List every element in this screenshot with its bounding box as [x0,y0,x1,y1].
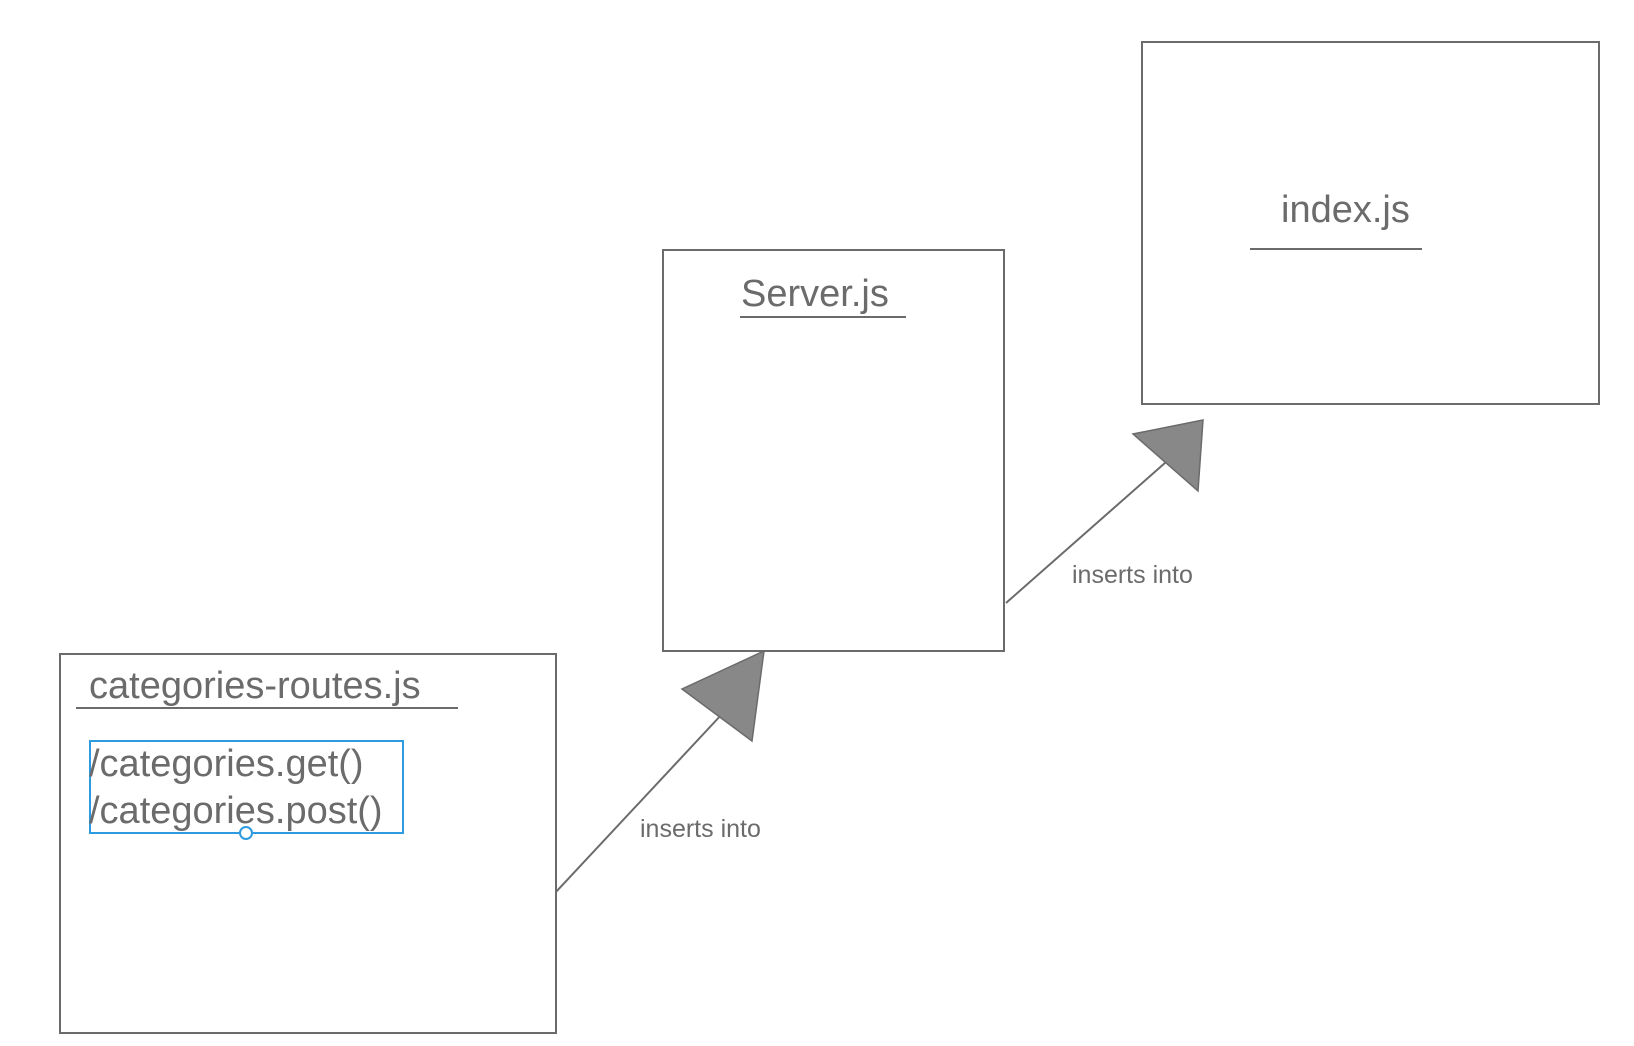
node-index-title-underline [1250,248,1422,250]
arrowhead-routes-to-server [680,649,765,743]
method-post: /categories.post() [89,790,383,832]
diagram-canvas[interactable]: index.js Server.js categories-routes.js … [0,0,1634,1046]
node-server-title: Server.js [741,273,889,315]
method-get: /categories.get() [89,743,364,785]
arrowhead-server-to-index [1131,419,1204,493]
edge-line-routes-to-server[interactable] [554,712,724,894]
node-index-title: index.js [1281,189,1410,231]
selection-resize-handle[interactable] [239,826,253,840]
node-categories-routes-js[interactable] [59,653,557,1034]
node-categories-routes-title: categories-routes.js [89,665,421,707]
edge-label-server-to-index: inserts into [1072,561,1193,589]
edge-label-routes-to-server: inserts into [640,815,761,843]
node-server-title-underline [740,316,906,318]
node-categories-routes-title-underline [76,707,458,709]
